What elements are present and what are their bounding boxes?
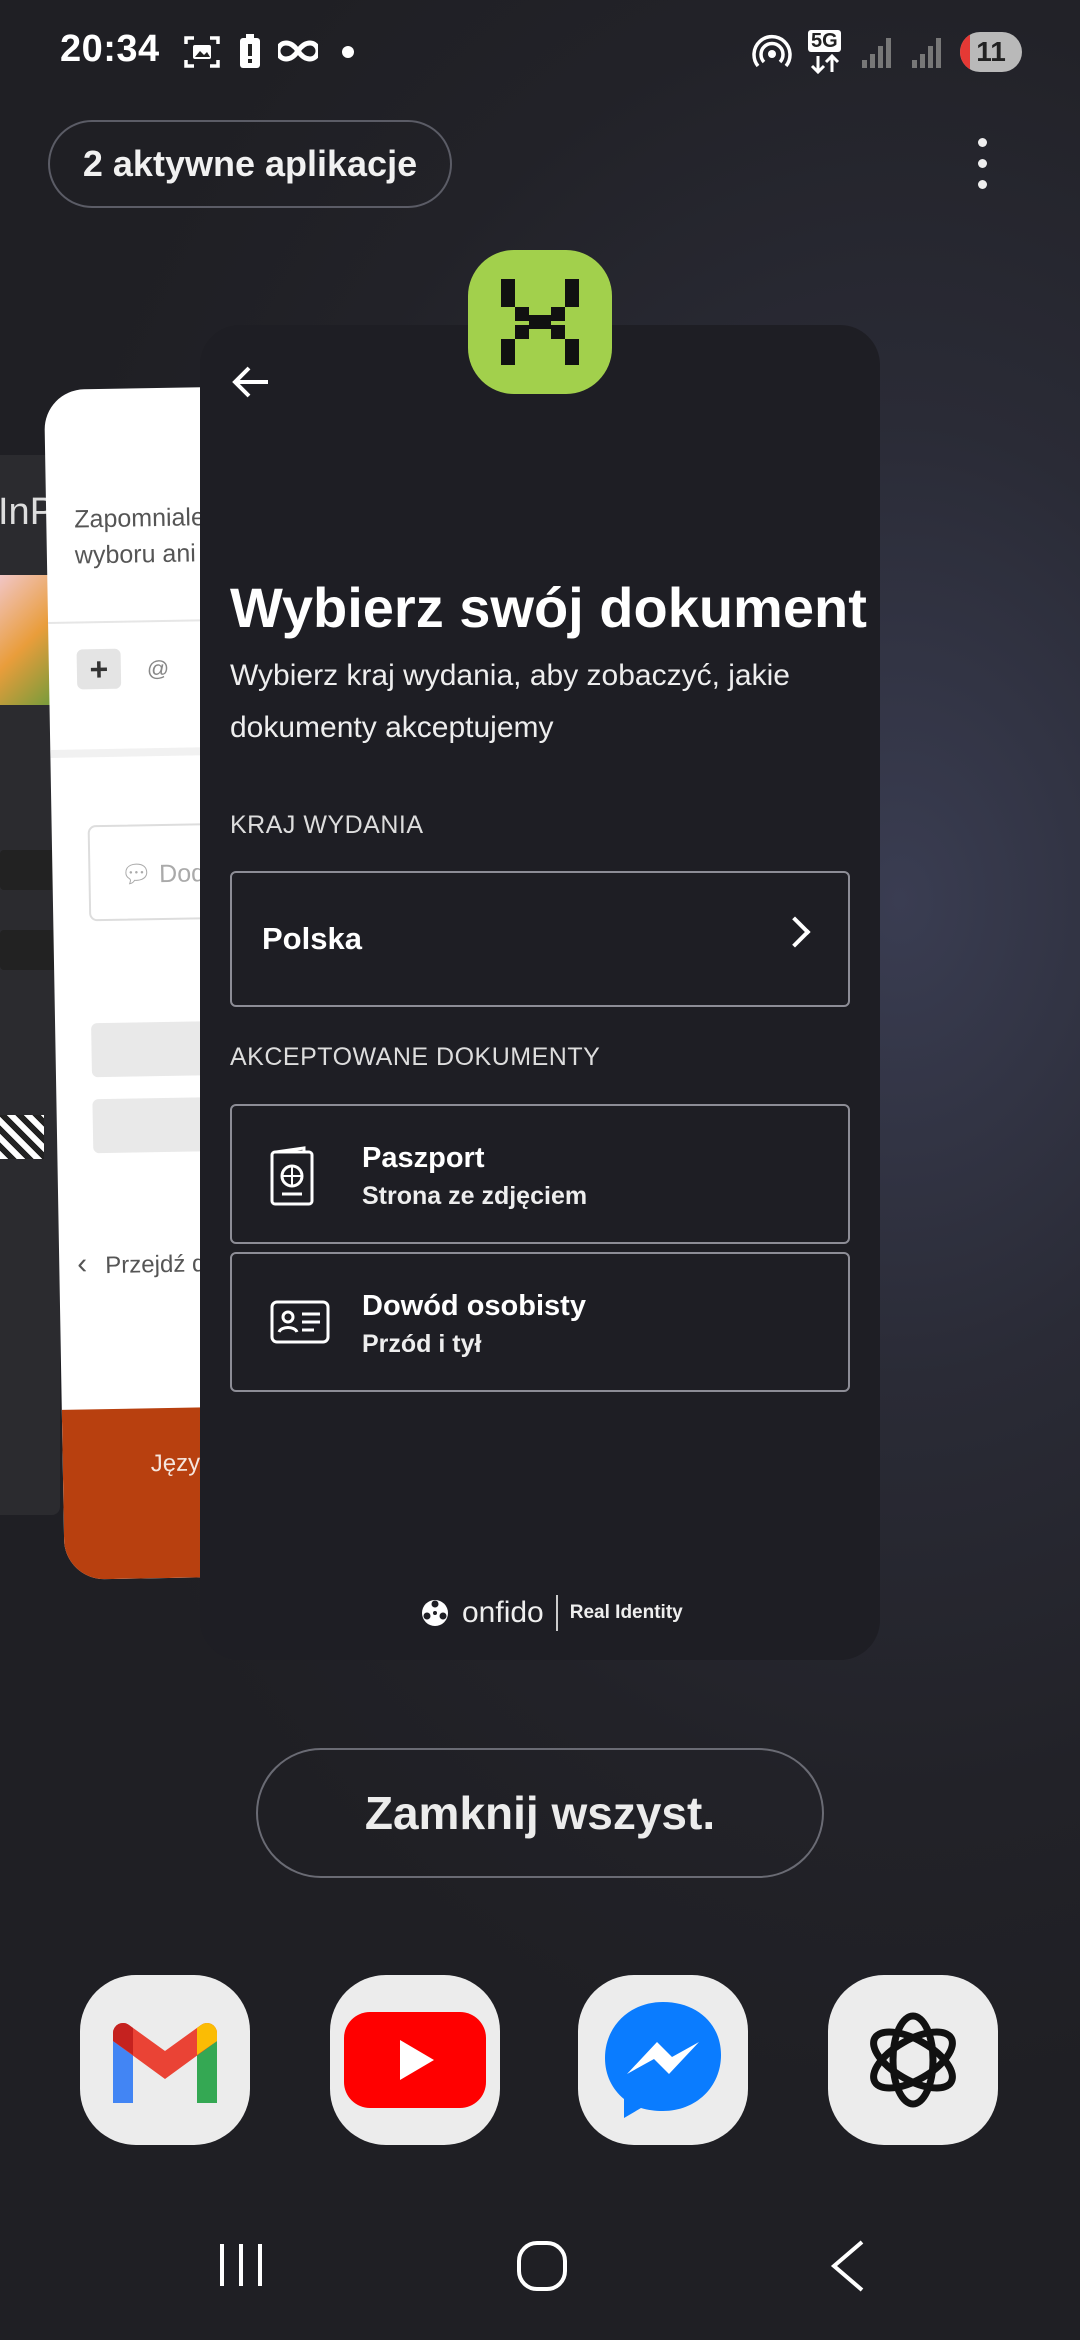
active-apps-button[interactable]: 2 aktywne aplikacje	[48, 120, 452, 208]
infinity-icon	[278, 40, 318, 62]
back-link: ‹ Przejdź d	[76, 1247, 206, 1281]
chevron-right-icon	[779, 916, 811, 948]
signal-2-icon	[912, 38, 941, 68]
foreground-app-card[interactable]: Wybierz swój dokument Wybierz kraj wydan…	[200, 325, 880, 1660]
back-icon[interactable]	[828, 2240, 868, 2292]
youtube-app[interactable]	[330, 1975, 500, 2145]
chevron-left-icon: ‹	[76, 1247, 88, 1281]
document-option-passport[interactable]: Paszport Strona ze zdjęciem	[230, 1104, 850, 1244]
far-card-qr	[0, 1115, 44, 1159]
far-card-row	[0, 930, 60, 970]
gmail-icon	[113, 2023, 217, 2103]
pixel-x-logo-icon	[501, 279, 579, 365]
gmail-app[interactable]	[80, 1975, 250, 2145]
battery-alert-icon	[240, 34, 260, 68]
chatgpt-app[interactable]	[828, 1975, 998, 2145]
documents-section-label: AKCEPTOWANE DOKUMENTY	[230, 1043, 601, 1071]
document-title: Dowód osobisty	[362, 1290, 586, 1322]
status-bar: 20:34 5G 11	[0, 0, 1080, 110]
back-arrow-icon[interactable]	[232, 365, 270, 399]
passport-icon	[270, 1146, 314, 1206]
battery-indicator: 11	[960, 32, 1022, 72]
country-value: Polska	[262, 921, 362, 956]
home-icon[interactable]	[516, 2240, 568, 2292]
notification-dot-icon	[342, 46, 354, 58]
status-right: 5G 11	[752, 30, 1022, 74]
document-subtitle: Przód i tył	[362, 1330, 482, 1358]
country-section-label: KRAJ WYDANIA	[230, 811, 424, 839]
id-card-icon	[270, 1300, 330, 1344]
document-option-id-card[interactable]: Dowód osobisty Przód i tył	[230, 1252, 850, 1392]
brand-name: onfido	[462, 1596, 544, 1629]
onfido-logo-icon	[422, 1600, 448, 1626]
document-subtitle: Strona ze zdjęciem	[362, 1182, 588, 1210]
onfido-branding: onfido Real Identity	[420, 1595, 683, 1631]
app-icon[interactable]	[468, 250, 612, 394]
comment-icon: 💬︎	[120, 860, 153, 889]
far-card-row	[0, 850, 60, 890]
plus-icon: +	[76, 648, 122, 690]
youtube-icon	[344, 2012, 486, 2108]
brand-tagline: Real Identity	[569, 1602, 683, 1623]
recents-icon[interactable]	[216, 2240, 266, 2290]
close-all-button[interactable]: Zamknij wszyst.	[256, 1748, 824, 1878]
at-icon: @	[146, 655, 170, 682]
document-title: Paszport	[362, 1142, 485, 1174]
signal-icon	[862, 38, 891, 68]
messenger-icon	[605, 2002, 721, 2118]
messenger-app[interactable]	[578, 1975, 748, 2145]
hotspot-icon	[752, 35, 792, 68]
country-selector[interactable]: Polska	[230, 871, 850, 1007]
more-options-icon[interactable]	[970, 138, 994, 198]
brand-separator	[555, 1595, 558, 1631]
page-subtitle: Wybierz kraj wydania, aby zobaczyć, jaki…	[230, 659, 790, 744]
screenshot-icon	[184, 36, 220, 68]
clock: 20:34	[60, 28, 160, 70]
chatgpt-icon	[870, 2012, 956, 2108]
page-title: Wybierz swój dokument	[230, 576, 867, 639]
network-5g-icon: 5G	[806, 30, 846, 74]
